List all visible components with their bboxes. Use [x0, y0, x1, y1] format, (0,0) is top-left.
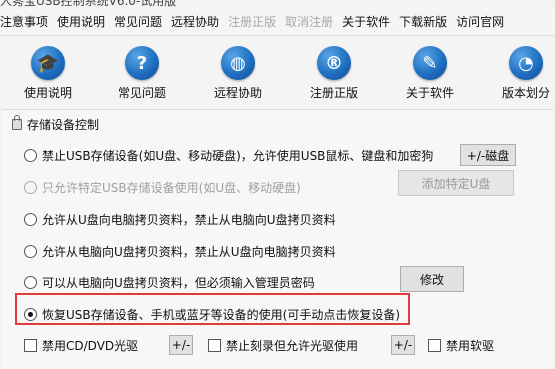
checkbox[interactable] — [428, 339, 441, 352]
menu-website[interactable]: 访问官网 — [454, 13, 511, 30]
registered-icon: ® — [317, 46, 351, 80]
graduation-cap-icon: 🎓 — [31, 46, 65, 80]
option-block-usb-storage[interactable]: 禁止USB存储设备(如U盘、移动硬盘)，允许使用USB鼠标、键盘和加密狗 — [24, 147, 433, 164]
question-icon: ? — [125, 46, 159, 80]
document-icon: ✎ — [413, 46, 447, 80]
panel-header: 存储设备控制 — [12, 115, 100, 133]
menu-instructions[interactable]: 使用说明 — [55, 13, 112, 30]
menu-notes[interactable]: 注意事项 — [0, 13, 55, 30]
toolbar-label: 使用说明 — [23, 86, 72, 100]
menu-download[interactable]: 下载新版 — [397, 13, 454, 30]
option-label: 恢复USB存储设备、手机或蓝牙等设备的使用(可手动点击恢复设备) — [42, 308, 400, 322]
option-allow-specific-usb[interactable]: 只允许特定USB存储设备使用(如U盘、移动硬盘) — [24, 179, 301, 196]
checkbox-disable-floppy[interactable]: 禁用软驱 — [428, 337, 494, 354]
checkbox[interactable] — [208, 339, 221, 352]
add-specific-usb-button[interactable]: 添加特定U盘 — [398, 170, 514, 196]
toolbar-label: 常见问题 — [117, 86, 166, 100]
menu-faq[interactable]: 常见问题 — [112, 13, 169, 30]
radio-button[interactable] — [24, 181, 37, 194]
window-title: 人莠宝USB控制系统V6.0-试用版 — [0, 0, 177, 8]
option-pc-to-usb-only[interactable]: 允许从电脑向U盘拷贝资料，禁止从U盘向电脑拷贝资料 — [24, 243, 336, 260]
modify-button[interactable]: 修改 — [400, 266, 464, 292]
option-label: 允许从U盘向电脑拷贝资料，禁止从电脑向U盘拷贝资料 — [42, 213, 336, 227]
toolbar-instructions-button[interactable]: 🎓 使用说明 — [6, 46, 90, 101]
disk-toggle-button[interactable]: +/-磁盘 — [460, 144, 516, 166]
checkbox-label: 禁止刻录但允许光驱使用 — [226, 339, 359, 353]
toolbar-faq-button[interactable]: ? 常见问题 — [100, 46, 184, 101]
toolbar-versions-button[interactable]: ◔ 版本划分 — [484, 46, 555, 101]
menu-remote-help[interactable]: 远程协助 — [169, 13, 226, 30]
toolbar-label: 注册正版 — [309, 86, 358, 100]
option-password-required[interactable]: 可以从电脑向U盘拷贝资料，但必须输入管理员密码 — [24, 274, 315, 291]
toolbar-register-button[interactable]: ® 注册正版 — [292, 46, 376, 101]
radio-button[interactable] — [24, 245, 37, 258]
menu-unregister[interactable]: 取消注册 — [283, 13, 340, 30]
toolbar-label: 关于软件 — [405, 86, 454, 100]
menu-register[interactable]: 注册正版 — [226, 13, 283, 30]
globe-icon: ◍ — [221, 46, 255, 80]
radio-button[interactable] — [24, 213, 37, 226]
radio-button[interactable] — [24, 149, 37, 162]
option-label: 允许从电脑向U盘拷贝资料，禁止从U盘向电脑拷贝资料 — [42, 245, 336, 259]
checkbox-disable-cd-dvd[interactable]: 禁用CD/DVD光驱 — [24, 337, 138, 354]
option-label: 可以从电脑向U盘拷贝资料，但必须输入管理员密码 — [42, 276, 315, 290]
menu-about[interactable]: 关于软件 — [340, 13, 397, 30]
option-usb-to-pc-only[interactable]: 允许从U盘向电脑拷贝资料，禁止从电脑向U盘拷贝资料 — [24, 211, 336, 228]
lock-icon — [12, 115, 22, 130]
storage-control-panel: 存储设备控制 禁止USB存储设备(如U盘、移动硬盘)，允许使用USB鼠标、键盘和… — [2, 109, 553, 369]
option-label: 只允许特定USB存储设备使用(如U盘、移动硬盘) — [42, 181, 301, 195]
checkbox-block-burning[interactable]: 禁止刻录但允许光驱使用 — [208, 337, 358, 354]
checkbox-label: 禁用软驱 — [446, 339, 495, 353]
panel-title: 存储设备控制 — [27, 118, 100, 132]
pie-chart-icon: ◔ — [509, 46, 543, 80]
radio-button[interactable] — [24, 276, 37, 289]
menu-bar: 注意事项 使用说明 常见问题 远程协助 注册正版 取消注册 关于软件 下载新版 … — [0, 8, 555, 36]
cd-toggle-button[interactable]: +/- — [169, 335, 193, 355]
toolbar: 🎓 使用说明 ? 常见问题 ◍ 远程协助 ® 注册正版 ✎ 关于软件 ◔ 版本划… — [0, 38, 555, 104]
toolbar-label: 远程协助 — [213, 86, 262, 100]
burn-toggle-button[interactable]: +/- — [391, 335, 415, 355]
checkbox[interactable] — [24, 339, 37, 352]
toolbar-about-button[interactable]: ✎ 关于软件 — [388, 46, 472, 101]
toolbar-label: 版本划分 — [501, 86, 550, 100]
option-restore-devices[interactable]: 恢复USB存储设备、手机或蓝牙等设备的使用(可手动点击恢复设备) — [24, 306, 400, 323]
option-label: 禁止USB存储设备(如U盘、移动硬盘)，允许使用USB鼠标、键盘和加密狗 — [42, 149, 434, 163]
toolbar-remote-help-button[interactable]: ◍ 远程协助 — [196, 46, 280, 101]
radio-button-selected[interactable] — [24, 308, 37, 321]
checkbox-label: 禁用CD/DVD光驱 — [42, 339, 139, 353]
